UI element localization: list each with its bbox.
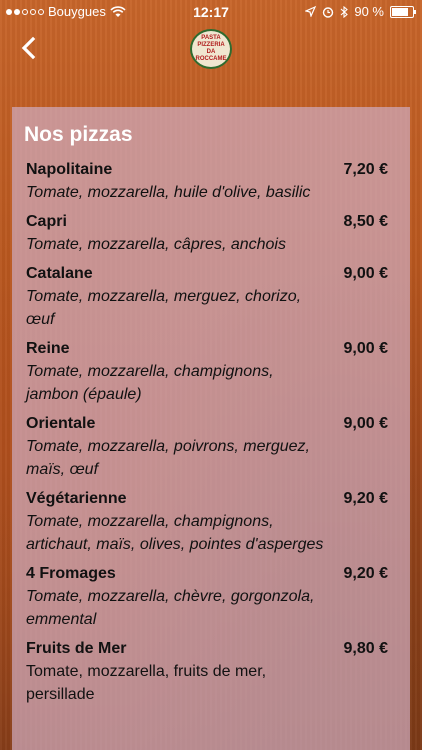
pizza-description: Tomate, mozzarella, poivrons, merguez, m… <box>26 438 310 478</box>
pizza-price: 9,20 € <box>343 565 388 582</box>
pizza-name: Reine <box>26 340 70 357</box>
logo-line: PIZZERIA <box>197 42 225 48</box>
status-right: 90 % <box>305 4 416 19</box>
pizza-name: Napolitaine <box>26 161 113 178</box>
pizza-item: 4 Fromages 9,20 € Tomate, mozzarella, ch… <box>24 563 388 631</box>
pizza-price: 9,00 € <box>343 265 388 282</box>
alarm-clock-icon <box>323 6 334 18</box>
pizza-description: Tomate, mozzarella, huile d'olive, basil… <box>26 184 311 201</box>
pizza-price: 9,20 € <box>343 490 388 507</box>
pizza-price: 9,00 € <box>343 415 388 432</box>
navigation-bar: PASTA PIZZERIA DA ROCCAME <box>0 24 422 72</box>
pizza-description: Tomate, mozzarella, câpres, anchois <box>26 236 286 253</box>
battery-fill <box>392 7 408 16</box>
pizza-name: Végétarienne <box>26 490 127 507</box>
logo-line: DA <box>206 49 216 55</box>
pizza-price: 8,50 € <box>343 213 388 230</box>
pizza-item: Fruits de Mer 9,80 € Tomate, mozzarella,… <box>24 638 388 706</box>
pizza-name: Fruits de Mer <box>26 640 127 657</box>
bluetooth-icon <box>340 5 349 18</box>
menu-panel[interactable]: Nos pizzas Napolitaine 7,20 € Tomate, mo… <box>12 107 410 750</box>
pizza-name: Capri <box>26 213 67 230</box>
pizza-item: Catalane 9,00 € Tomate, mozzarella, merg… <box>24 263 388 331</box>
pizza-description: Tomate, mozzarella, champignons, jambon … <box>26 363 274 403</box>
status-bar: Bouygues 12:17 90 % <box>0 0 422 24</box>
pizza-description: Tomate, mozzarella, champignons, articha… <box>26 513 324 553</box>
pizza-price: 7,20 € <box>343 161 388 178</box>
pizza-name: Orientale <box>26 415 96 432</box>
pizza-item: Reine 9,00 € Tomate, mozzarella, champig… <box>24 338 388 406</box>
pizza-name: Catalane <box>26 265 93 282</box>
location-arrow-icon <box>305 6 317 17</box>
restaurant-logo: PASTA PIZZERIA DA ROCCAME <box>190 29 232 69</box>
menu-title: Nos pizzas <box>24 123 133 146</box>
pizza-item: Capri 8,50 € Tomate, mozzarella, câpres,… <box>24 211 388 256</box>
pizza-description: Tomate, mozzarella, fruits de mer, persi… <box>26 663 267 703</box>
pizza-item: Napolitaine 7,20 € Tomate, mozzarella, h… <box>24 159 388 204</box>
logo-line: PASTA <box>201 35 221 41</box>
pizza-price: 9,80 € <box>343 640 388 657</box>
back-button[interactable] <box>18 36 40 60</box>
pizza-price: 9,00 € <box>343 340 388 357</box>
chevron-left-icon <box>21 36 36 60</box>
logo-line: ROCCAME <box>195 56 227 62</box>
battery-percent: 90 % <box>354 4 384 19</box>
pizza-description: Tomate, mozzarella, chèvre, gorgonzola, … <box>26 588 315 628</box>
pizza-item: Orientale 9,00 € Tomate, mozzarella, poi… <box>24 413 388 481</box>
pizza-name: 4 Fromages <box>26 565 116 582</box>
pizza-description: Tomate, mozzarella, merguez, chorizo, œu… <box>26 288 302 328</box>
pizza-item: Végétarienne 9,20 € Tomate, mozzarella, … <box>24 488 388 556</box>
battery-icon <box>390 5 416 18</box>
